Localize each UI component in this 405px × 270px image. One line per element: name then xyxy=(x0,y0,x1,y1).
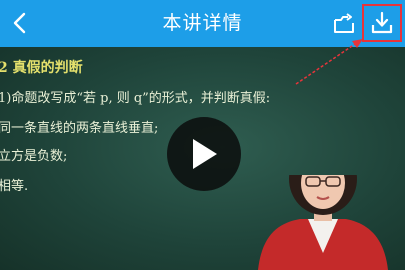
board-line: 立方是负数; xyxy=(0,149,68,164)
download-icon xyxy=(371,11,393,34)
folder-share-icon xyxy=(334,13,354,33)
video-player[interactable]: 2 真假的判断 1)命题改写成“若 p, 则 q”的形式，并判断真假: 同一条直… xyxy=(0,47,405,270)
board-line: 同一条直线的两条直线垂直; xyxy=(0,121,159,136)
board-heading: 2 真假的判断 xyxy=(0,60,83,76)
app-screen: 本讲详情 2 真假的判断 1)命题改写成“若 p, 则 q”的形式，并判断真假:… xyxy=(0,0,405,270)
share-button[interactable] xyxy=(330,9,358,37)
board-line: 相等. xyxy=(0,179,29,194)
play-icon xyxy=(193,139,217,169)
header-bar: 本讲详情 xyxy=(0,0,405,47)
teacher-image xyxy=(258,175,388,270)
board-line: 1)命题改写成“若 p, 则 q”的形式，并判断真假: xyxy=(0,91,271,106)
play-button[interactable] xyxy=(167,117,241,191)
download-button[interactable] xyxy=(362,4,402,42)
